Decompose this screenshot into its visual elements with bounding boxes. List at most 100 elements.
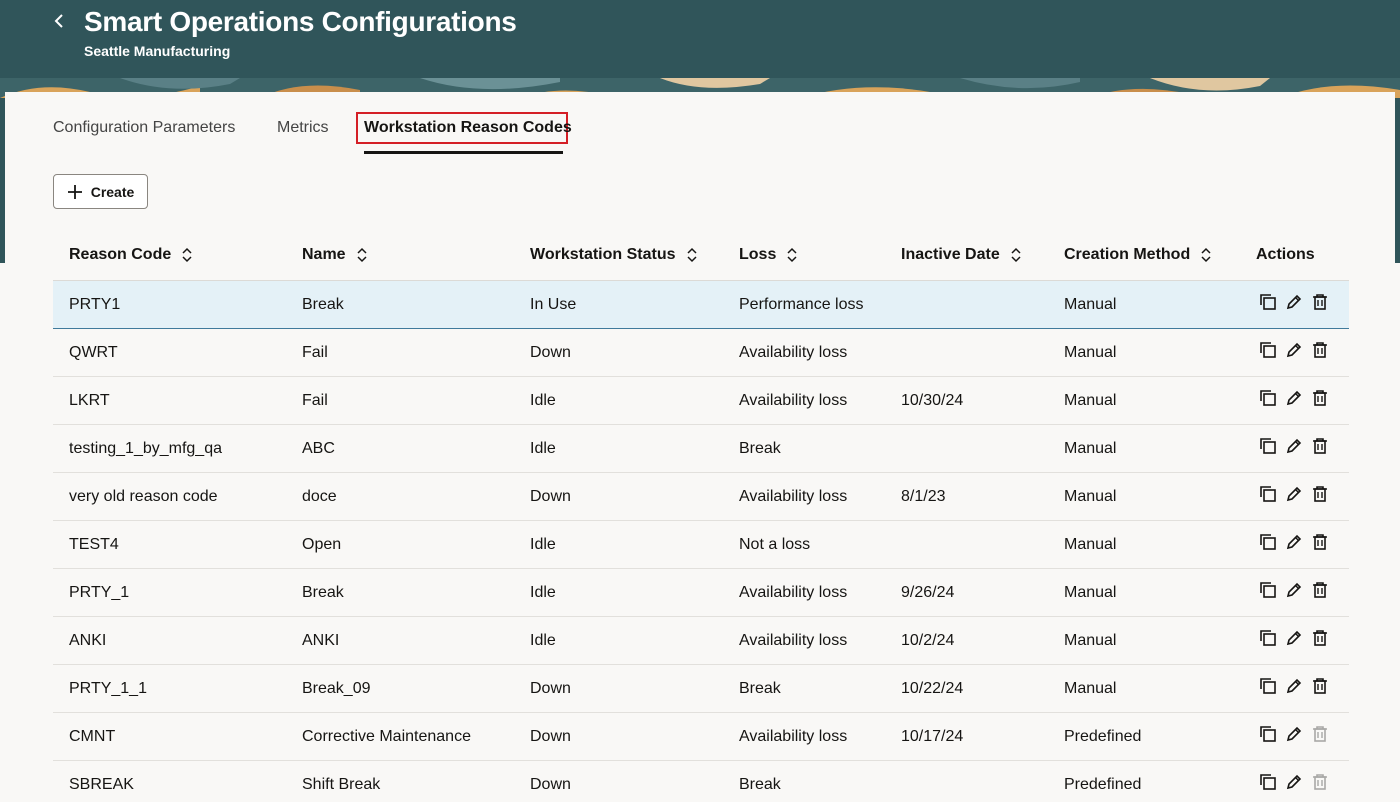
delete-icon[interactable]: [1310, 484, 1330, 504]
row-actions: [1258, 580, 1330, 600]
edit-icon[interactable]: [1284, 292, 1304, 312]
duplicate-icon[interactable]: [1258, 532, 1278, 552]
cell-inactive-date: 10/22/24: [901, 680, 964, 697]
delete-icon[interactable]: [1310, 628, 1330, 648]
row-actions: [1258, 532, 1330, 552]
cell-loss: Not a loss: [739, 536, 811, 553]
cell-reason-code: SBREAK: [69, 776, 134, 793]
table-row[interactable]: testing_1_by_mfg_qa ABC Idle Break Manual: [53, 425, 1349, 473]
sort-icon: [357, 247, 367, 263]
delete-icon[interactable]: [1310, 676, 1330, 696]
cell-workstation-status: In Use: [530, 296, 577, 313]
delete-icon[interactable]: [1310, 340, 1330, 360]
duplicate-icon[interactable]: [1258, 436, 1278, 456]
table-row[interactable]: TEST4 Open Idle Not a loss Manual: [53, 521, 1349, 569]
cell-name: Open: [302, 536, 342, 553]
duplicate-icon[interactable]: [1258, 724, 1278, 744]
table-row[interactable]: SBREAK Shift Break Down Break Predefined: [53, 761, 1349, 802]
delete-icon[interactable]: [1310, 292, 1330, 312]
column-header-inactive-date[interactable]: Inactive Date: [901, 246, 1022, 264]
duplicate-icon[interactable]: [1258, 388, 1278, 408]
edit-icon[interactable]: [1284, 532, 1304, 552]
cell-workstation-status: Idle: [530, 440, 556, 457]
cell-inactive-date: 9/26/24: [901, 584, 955, 601]
delete-icon[interactable]: [1310, 532, 1330, 552]
edit-icon[interactable]: [1284, 484, 1304, 504]
cell-loss: Availability loss: [739, 344, 848, 361]
cell-reason-code: PRTY_1_1: [69, 680, 147, 697]
column-label: Name: [302, 246, 346, 263]
row-actions: [1258, 628, 1330, 648]
cell-inactive-date: 10/30/24: [901, 392, 964, 409]
cell-reason-code: TEST4: [69, 536, 119, 553]
cell-reason-code: ANKI: [69, 632, 107, 649]
edit-icon[interactable]: [1284, 676, 1304, 696]
table-row[interactable]: PRTY1 Break In Use Performance loss Manual: [53, 281, 1349, 329]
back-button[interactable]: [48, 10, 70, 32]
delete-icon[interactable]: [1310, 388, 1330, 408]
column-header-workstation-status[interactable]: Workstation Status: [530, 246, 698, 264]
cell-loss: Availability loss: [739, 584, 848, 601]
tab-workstation-reason-codes[interactable]: Workstation Reason Codes: [364, 118, 572, 138]
duplicate-icon[interactable]: [1258, 292, 1278, 312]
cell-workstation-status: Down: [530, 680, 571, 697]
cell-creation-method: Manual: [1064, 536, 1117, 553]
cell-name: Shift Break: [302, 776, 381, 793]
column-header-loss[interactable]: Loss: [739, 246, 798, 264]
row-actions: [1258, 484, 1330, 504]
cell-name: Fail: [302, 392, 328, 409]
edit-icon[interactable]: [1284, 772, 1304, 792]
column-label: Actions: [1256, 246, 1315, 263]
table-row[interactable]: very old reason code doce Down Availability…: [53, 473, 1349, 521]
sort-icon: [1011, 247, 1021, 263]
edit-icon[interactable]: [1284, 340, 1304, 360]
table-row[interactable]: PRTY_1 Break Idle Availability loss 9/26/24 M…: [53, 569, 1349, 617]
table-row[interactable]: LKRT Fail Idle Availability loss 10/30/24 Man…: [53, 377, 1349, 425]
duplicate-icon[interactable]: [1258, 676, 1278, 696]
column-header-name[interactable]: Name: [302, 246, 368, 264]
table-row[interactable]: PRTY_1_1 Break_09 Down Break 10/22/24 Manual: [53, 665, 1349, 713]
edit-icon[interactable]: [1284, 436, 1304, 456]
delete-icon: [1310, 724, 1330, 744]
cell-name: Break_09: [302, 680, 371, 697]
cell-creation-method: Manual: [1064, 680, 1117, 697]
cell-creation-method: Manual: [1064, 632, 1117, 649]
edit-icon[interactable]: [1284, 580, 1304, 600]
create-button[interactable]: Create: [53, 174, 148, 209]
table-row[interactable]: CMNT Corrective Maintenance Down Availabili…: [53, 713, 1349, 761]
column-header-actions: Actions: [1256, 246, 1315, 264]
page-subtitle: Seattle Manufacturing: [84, 43, 231, 59]
plus-icon: [67, 184, 82, 199]
cell-creation-method: Predefined: [1064, 776, 1142, 793]
sort-icon: [787, 247, 797, 263]
edit-icon[interactable]: [1284, 628, 1304, 648]
row-actions: [1258, 724, 1330, 744]
cell-inactive-date: 8/1/23: [901, 488, 946, 505]
duplicate-icon[interactable]: [1258, 484, 1278, 504]
tab-metrics[interactable]: Metrics: [277, 118, 329, 138]
table-row[interactable]: QWRT Fail Down Availability loss Manual: [53, 329, 1349, 377]
delete-icon[interactable]: [1310, 580, 1330, 600]
column-header-reason-code[interactable]: Reason Code: [69, 246, 193, 264]
row-actions: [1258, 676, 1330, 696]
tab-configuration-parameters[interactable]: Configuration Parameters: [53, 118, 235, 138]
duplicate-icon[interactable]: [1258, 628, 1278, 648]
cell-workstation-status: Idle: [530, 632, 556, 649]
cell-loss: Break: [739, 680, 781, 697]
edit-icon[interactable]: [1284, 388, 1304, 408]
delete-icon[interactable]: [1310, 436, 1330, 456]
reason-codes-table: Reason Code Name Workstation Status Loss…: [53, 232, 1349, 802]
table-row[interactable]: ANKI ANKI Idle Availability loss 10/2/24 Manu…: [53, 617, 1349, 665]
cell-creation-method: Manual: [1064, 296, 1117, 313]
column-header-creation-method[interactable]: Creation Method: [1064, 246, 1212, 264]
table-body: PRTY1 Break In Use Performance loss Manual QW…: [53, 281, 1349, 802]
edit-icon[interactable]: [1284, 724, 1304, 744]
duplicate-icon[interactable]: [1258, 580, 1278, 600]
delete-icon: [1310, 772, 1330, 792]
row-actions: [1258, 292, 1330, 312]
cell-reason-code: very old reason code: [69, 488, 218, 505]
duplicate-icon[interactable]: [1258, 772, 1278, 792]
duplicate-icon[interactable]: [1258, 340, 1278, 360]
cell-name: Corrective Maintenance: [302, 728, 471, 745]
table-header: Reason Code Name Workstation Status Loss…: [53, 232, 1349, 281]
